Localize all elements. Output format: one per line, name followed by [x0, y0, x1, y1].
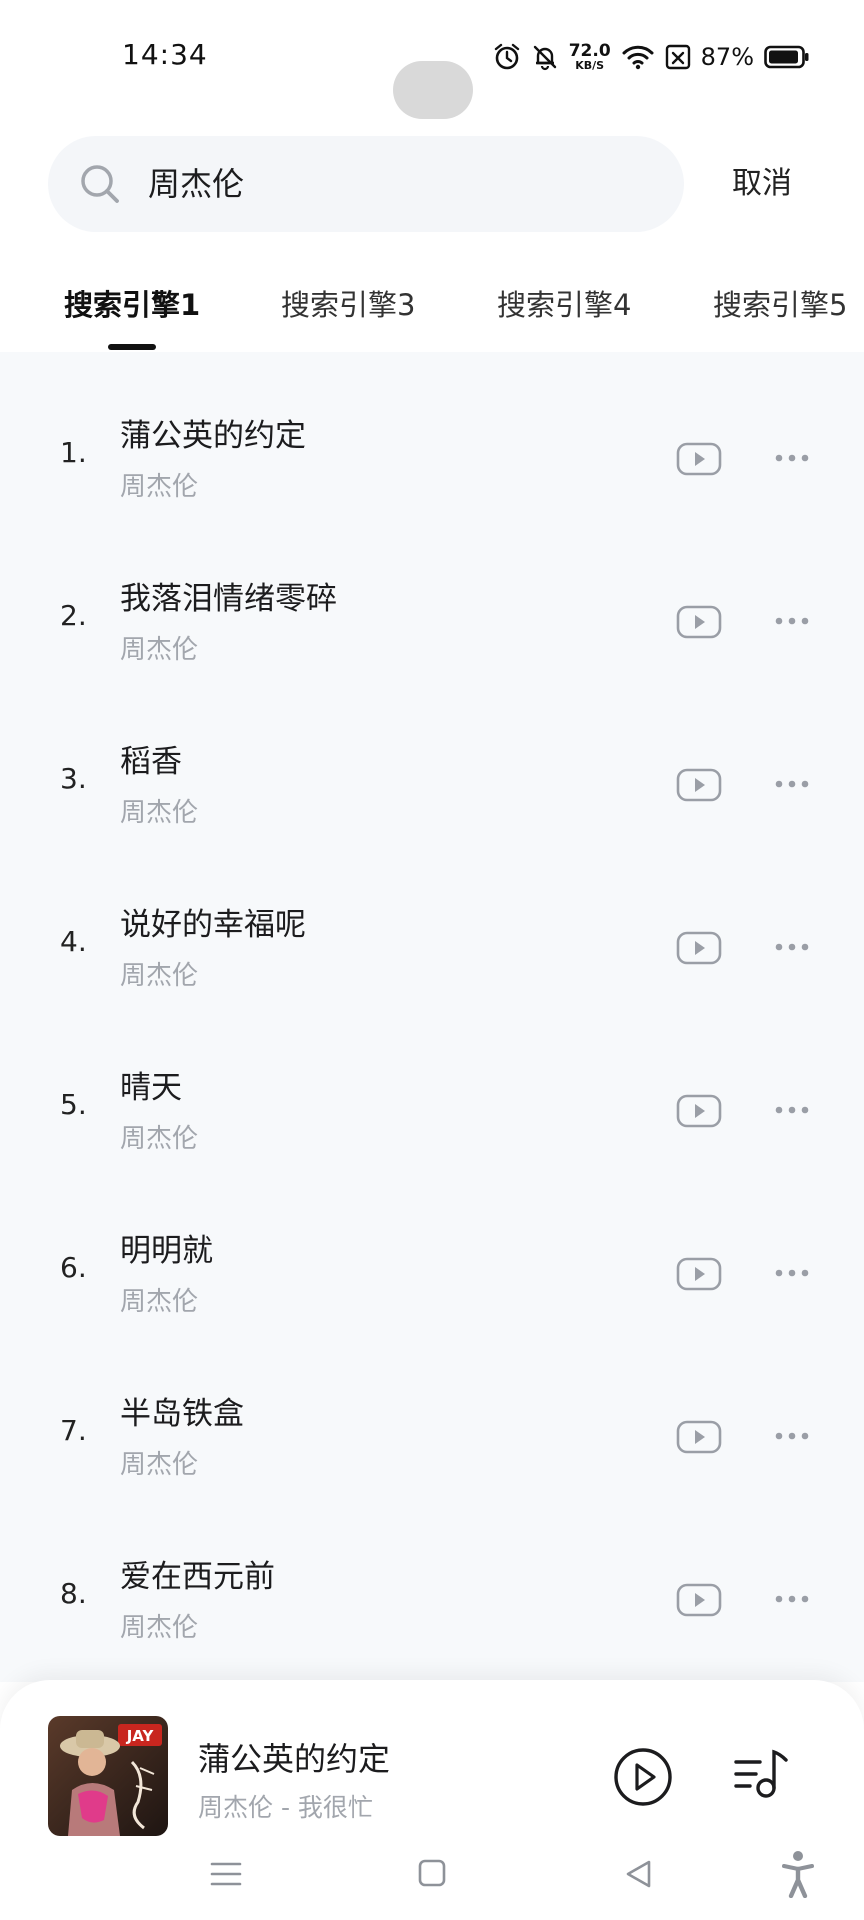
tab-engine-3[interactable]: 搜索引擎3	[281, 282, 415, 324]
video-play-icon[interactable]	[676, 1420, 722, 1454]
album-art-label: JAY	[126, 1727, 155, 1745]
video-play-icon[interactable]	[676, 768, 722, 802]
more-dots-icon[interactable]	[774, 1426, 810, 1446]
song-index: 2.	[60, 599, 87, 632]
status-time: 14:34	[122, 38, 208, 71]
song-row[interactable]: 4. 说好的幸福呢 周杰伦	[0, 841, 864, 1004]
song-row[interactable]: 1. 蒲公英的约定 周杰伦	[0, 352, 864, 515]
song-row[interactable]: 7. 半岛铁盒 周杰伦	[0, 1330, 864, 1493]
song-list: 1. 蒲公英的约定 周杰伦 2. 我落泪情绪零碎 周杰伦 3. 稻香 周杰伦 4…	[0, 352, 864, 1682]
song-title: 稻香	[120, 744, 182, 780]
more-dots-icon[interactable]	[774, 1589, 810, 1609]
cancel-button[interactable]: 取消	[700, 136, 824, 232]
playlist-music-icon[interactable]	[730, 1744, 792, 1806]
song-artist: 周杰伦	[120, 798, 199, 828]
back-triangle-icon[interactable]	[623, 1858, 655, 1890]
song-index: 8.	[60, 1577, 87, 1610]
song-artist: 周杰伦	[120, 472, 199, 502]
song-title: 明明就	[120, 1233, 213, 1269]
song-artist: 周杰伦	[120, 1613, 199, 1643]
song-artist: 周杰伦	[120, 635, 199, 665]
song-row[interactable]: 6. 明明就 周杰伦	[0, 1167, 864, 1330]
song-index: 4.	[60, 925, 87, 958]
song-artist: 周杰伦	[120, 1287, 199, 1317]
tab-engine-5[interactable]: 搜索引擎5	[713, 282, 847, 324]
navigation-bar	[0, 1840, 864, 1920]
song-row[interactable]: 3. 稻香 周杰伦	[0, 678, 864, 841]
song-artist: 周杰伦	[120, 961, 199, 991]
no-sim-icon	[665, 43, 691, 71]
battery-icon	[764, 44, 810, 70]
more-dots-icon[interactable]	[774, 448, 810, 468]
video-play-icon[interactable]	[676, 605, 722, 639]
song-artist: 周杰伦	[120, 1124, 199, 1154]
search-input[interactable]	[148, 136, 648, 232]
song-row[interactable]: 5. 晴天 周杰伦	[0, 1004, 864, 1167]
more-dots-icon[interactable]	[774, 1100, 810, 1120]
status-icons: 72.0 KB/S 87%	[493, 38, 810, 76]
song-index: 5.	[60, 1088, 87, 1121]
song-index: 3.	[60, 762, 87, 795]
song-index: 1.	[60, 436, 87, 469]
more-dots-icon[interactable]	[774, 611, 810, 631]
song-row[interactable]: 8. 爱在西元前 周杰伦	[0, 1493, 864, 1656]
now-playing-title: 蒲公英的约定	[198, 1740, 391, 1778]
network-speed-unit: KB/S	[575, 59, 605, 72]
wifi-icon	[621, 43, 655, 71]
album-art[interactable]: JAY	[48, 1716, 168, 1836]
menu-icon[interactable]	[210, 1858, 242, 1890]
network-speed: 72.0 KB/S	[568, 41, 611, 72]
song-index: 6.	[60, 1251, 87, 1284]
video-play-icon[interactable]	[676, 442, 722, 476]
song-title: 蒲公英的约定	[120, 418, 306, 454]
more-dots-icon[interactable]	[774, 937, 810, 957]
song-title: 说好的幸福呢	[120, 907, 306, 943]
network-speed-value: 72.0	[568, 41, 611, 61]
tab-engine-1[interactable]: 搜索引擎1	[64, 282, 200, 324]
song-row[interactable]: 2. 我落泪情绪零碎 周杰伦	[0, 515, 864, 678]
battery-percent: 87%	[700, 43, 754, 71]
song-title: 我落泪情绪零碎	[120, 581, 337, 617]
video-play-icon[interactable]	[676, 1094, 722, 1128]
accessibility-icon[interactable]	[780, 1850, 816, 1898]
alarm-icon	[493, 43, 521, 71]
song-title: 晴天	[120, 1070, 182, 1106]
song-artist: 周杰伦	[120, 1450, 199, 1480]
status-bar: 14:34 72.0 KB/S 87%	[0, 0, 864, 119]
video-play-icon[interactable]	[676, 931, 722, 965]
video-play-icon[interactable]	[676, 1257, 722, 1291]
search-icon	[76, 160, 124, 208]
search-box[interactable]	[48, 136, 684, 232]
more-dots-icon[interactable]	[774, 774, 810, 794]
video-play-icon[interactable]	[676, 1583, 722, 1617]
bell-muted-icon	[531, 43, 559, 71]
play-circle-icon[interactable]	[612, 1746, 674, 1808]
active-tab-indicator	[108, 344, 156, 350]
song-title: 爱在西元前	[120, 1559, 275, 1595]
song-title: 半岛铁盒	[120, 1396, 244, 1432]
album-cover-image: JAY	[48, 1716, 168, 1836]
tab-engine-4[interactable]: 搜索引擎4	[497, 282, 631, 324]
song-index: 7.	[60, 1414, 87, 1447]
camera-cutout	[393, 61, 473, 119]
more-dots-icon[interactable]	[774, 1263, 810, 1283]
now-playing-subtitle: 周杰伦 - 我很忙	[198, 1793, 373, 1822]
search-engine-tabs: 搜索引擎1 搜索引擎3 搜索引擎4 搜索引擎5	[0, 268, 864, 352]
home-square-icon[interactable]	[417, 1858, 447, 1888]
